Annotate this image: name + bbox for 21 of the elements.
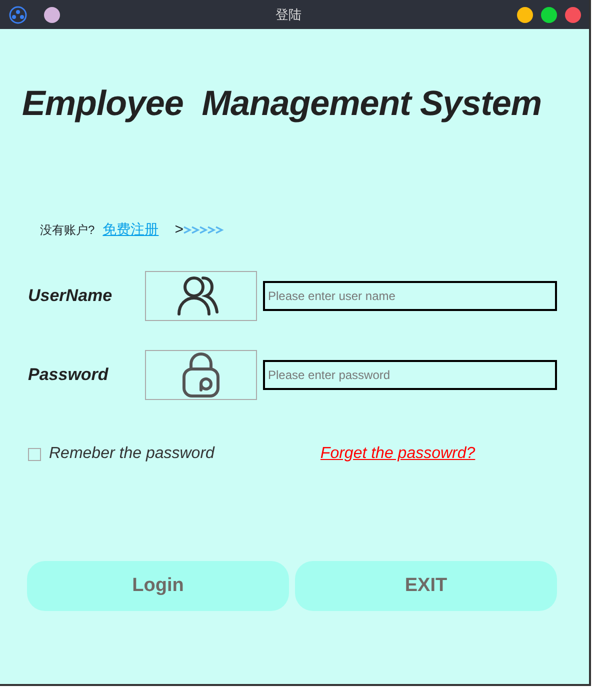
forgot-password-link[interactable]: Forget the passowrd?	[320, 442, 476, 466]
app-heading: Employee Management System	[22, 83, 542, 125]
minimize-button[interactable]	[517, 6, 533, 22]
arrow-text: >	[174, 220, 184, 240]
register-link[interactable]: 免费注册	[102, 219, 159, 240]
input-field[interactable]: Please enter user name	[263, 281, 557, 311]
close-button[interactable]	[565, 6, 581, 22]
field-label: Password	[28, 364, 110, 386]
window-title: 登陆	[274, 6, 302, 24]
lock-icon	[181, 351, 221, 399]
chevrons-icon	[183, 226, 226, 234]
remember-checkbox[interactable]	[28, 448, 41, 460]
action-button[interactable]: Login	[27, 561, 289, 611]
remember-label: Remeber the password	[49, 444, 214, 464]
register-prompt: 没有账户?	[40, 222, 95, 239]
app-icon	[8, 6, 28, 24]
maximize-button[interactable]	[541, 6, 557, 22]
field-label: UserName	[28, 285, 114, 308]
window-button[interactable]	[44, 6, 60, 22]
input-field[interactable]: Please enter password	[263, 360, 557, 390]
action-button[interactable]: EXIT	[295, 561, 557, 611]
